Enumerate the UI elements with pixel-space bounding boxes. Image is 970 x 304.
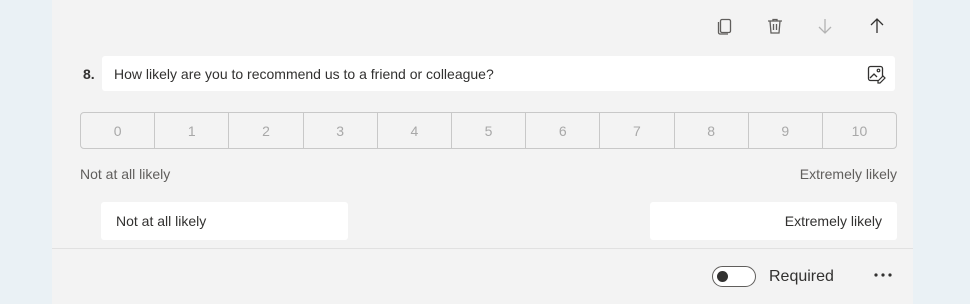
toggle-knob <box>717 271 728 282</box>
copy-icon <box>717 18 732 35</box>
trash-icon <box>768 18 782 34</box>
scale-option[interactable]: 1 <box>155 113 230 148</box>
copy-question-button[interactable] <box>711 12 739 40</box>
scale-option[interactable]: 5 <box>452 113 527 148</box>
low-label-input[interactable]: Not at all likely <box>101 202 348 240</box>
scale-option[interactable]: 9 <box>749 113 823 148</box>
question-title-text: How likely are you to recommend us to a … <box>114 66 494 82</box>
insert-image-icon <box>867 65 886 84</box>
more-options-button[interactable] <box>870 264 896 286</box>
arrow-down-icon <box>818 19 832 34</box>
scale-low-label: Not at all likely <box>80 166 171 182</box>
scale-option[interactable]: 10 <box>823 113 896 148</box>
scale-option[interactable]: 4 <box>378 113 452 148</box>
move-up-button[interactable] <box>863 12 891 40</box>
question-number: 8. <box>83 66 95 82</box>
required-toggle[interactable] <box>712 266 756 287</box>
arrow-up-icon <box>870 18 884 33</box>
rating-scale: 0 1 2 3 4 5 6 7 8 9 10 <box>80 112 897 149</box>
required-label: Required <box>769 268 834 285</box>
scale-option[interactable]: 6 <box>526 113 601 148</box>
delete-question-button[interactable] <box>761 12 789 40</box>
scale-option[interactable]: 7 <box>600 113 675 148</box>
scale-option[interactable]: 0 <box>81 113 156 148</box>
footer-divider <box>52 248 913 249</box>
scale-option[interactable]: 3 <box>304 113 378 148</box>
scale-option[interactable]: 2 <box>229 113 304 148</box>
more-icon <box>874 273 892 277</box>
question-card: 8. How likely are you to recommend us to… <box>52 0 913 304</box>
high-label-input[interactable]: Extremely likely <box>650 202 897 240</box>
move-down-button[interactable] <box>811 12 839 40</box>
question-title-input[interactable]: How likely are you to recommend us to a … <box>102 56 895 91</box>
scale-high-label: Extremely likely <box>799 166 897 182</box>
insert-media-button[interactable] <box>865 63 887 85</box>
scale-option[interactable]: 8 <box>675 113 749 148</box>
